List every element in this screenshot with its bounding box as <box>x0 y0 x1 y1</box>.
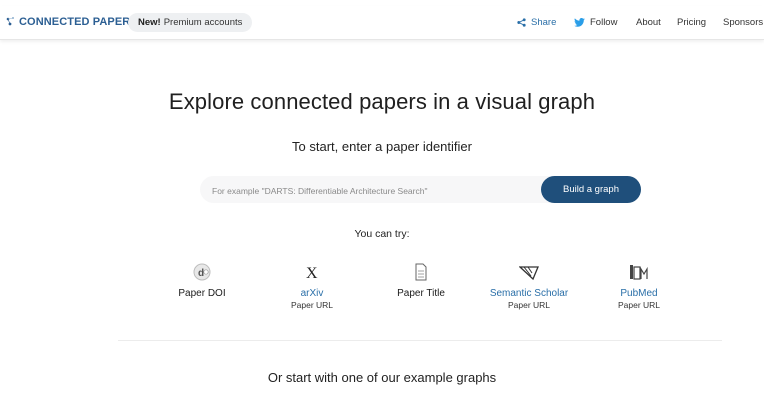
option-sub: Paper URL <box>290 300 334 310</box>
page-title: Explore connected papers in a visual gra… <box>168 89 596 114</box>
semantic-scholar-icon <box>519 266 539 281</box>
option-sub: Paper URL <box>617 300 661 310</box>
logo-graph-icon <box>6 16 16 28</box>
option-paper-doi[interactable]: d Paper DOI <box>147 262 257 300</box>
premium-label: Premium accounts <box>163 17 243 28</box>
follow-label: Follow <box>590 17 618 28</box>
option-label: PubMed <box>620 288 658 299</box>
example-graphs-heading: Or start with one of our example graphs <box>267 370 497 385</box>
pricing-label: Pricing <box>677 17 707 28</box>
logo-text: CONNECTED PAPERS <box>19 16 138 28</box>
option-label: arXiv <box>300 288 324 299</box>
page-subtitle: To start, enter a paper identifier <box>292 139 472 154</box>
option-pubmed[interactable]: PubMed Paper URL <box>584 262 694 311</box>
option-label: Paper DOI <box>178 288 226 299</box>
section-divider <box>118 340 722 341</box>
top-navigation-bar: CONNECTED PAPERS New! Premium accounts S… <box>0 6 764 40</box>
share-label: Share <box>531 17 557 28</box>
try-label: You can try: <box>354 228 410 240</box>
option-arxiv[interactable]: X arXiv Paper URL <box>257 262 367 311</box>
document-icon <box>415 263 427 281</box>
follow-link[interactable]: Follow <box>574 17 617 28</box>
option-sub: Paper URL <box>507 300 551 310</box>
premium-new-tag: New! <box>138 17 161 28</box>
share-icon <box>517 18 526 27</box>
twitter-icon <box>574 18 585 27</box>
paper-identifier-input[interactable] <box>210 180 534 201</box>
about-label: About <box>636 17 661 28</box>
connected-papers-logo[interactable]: CONNECTED PAPERS <box>6 16 138 28</box>
option-label: Paper Title <box>397 288 445 299</box>
build-graph-button[interactable]: Build a graph <box>541 176 641 203</box>
pricing-link[interactable]: Pricing <box>677 17 706 28</box>
about-link[interactable]: About <box>636 17 661 28</box>
svg-text:X: X <box>306 265 318 281</box>
premium-accounts-badge[interactable]: New! Premium accounts <box>128 13 253 32</box>
arxiv-icon: X <box>306 265 318 281</box>
share-link[interactable]: Share <box>517 17 556 28</box>
option-semantic-scholar[interactable]: Semantic Scholar Paper URL <box>474 262 584 311</box>
option-label: Semantic Scholar <box>489 288 569 299</box>
sponsors-link[interactable]: Sponsors <box>723 17 763 28</box>
option-paper-title[interactable]: Paper Title <box>366 262 476 300</box>
svg-text:d: d <box>198 268 204 279</box>
sponsors-label: Sponsors <box>723 17 764 28</box>
doi-icon: d <box>193 263 211 281</box>
pubmed-icon <box>630 265 648 280</box>
